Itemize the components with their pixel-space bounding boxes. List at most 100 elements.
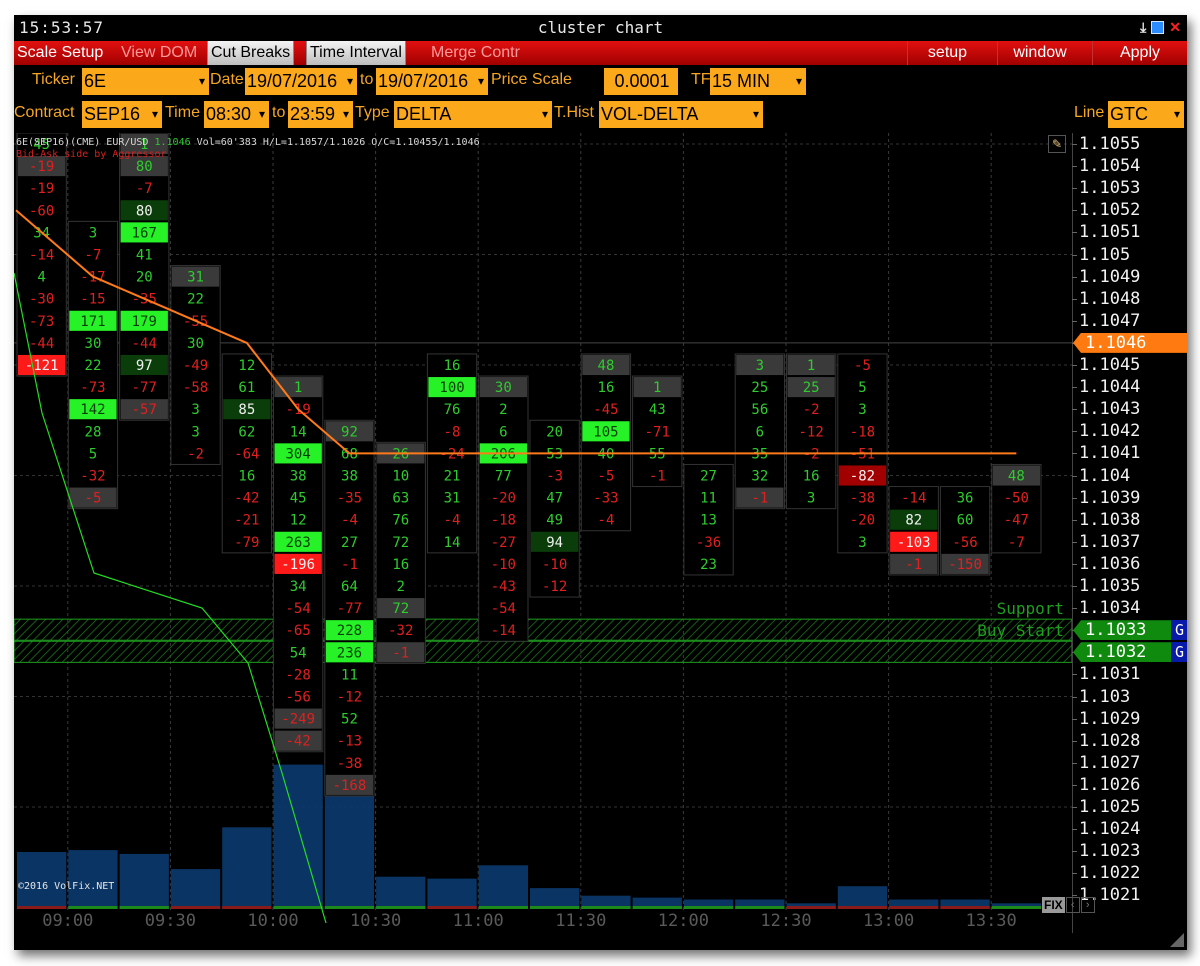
cluster-cell-value: -1 <box>905 557 922 573</box>
cluster-cell-value: -50 <box>1004 491 1029 507</box>
last-price: 1.1046 <box>154 137 191 148</box>
type-select[interactable]: DELTA ▾ <box>394 101 552 128</box>
fix-button[interactable]: FIX <box>1042 897 1065 913</box>
chevron-down-icon: ▾ <box>752 107 759 121</box>
cluster-cell-value: 77 <box>495 468 512 484</box>
cluster-cell-value: 3 <box>191 402 199 418</box>
price-tick-label: 1.1037 <box>1072 531 1187 553</box>
time-to-select[interactable]: 23:59 ▾ <box>288 101 353 128</box>
contract-select[interactable]: SEP16 ▾ <box>82 101 162 128</box>
cluster-cell-value: 38 <box>341 468 358 484</box>
time-tick-label: 13:00 <box>863 911 914 931</box>
restore-icon[interactable] <box>1151 20 1165 34</box>
date-from-select[interactable]: 19/07/2016 ▾ <box>245 68 357 95</box>
date-to-select[interactable]: 19/07/2016 ▾ <box>376 68 488 95</box>
cluster-cell-value: 64 <box>341 579 358 595</box>
cluster-cell-value: -150 <box>948 557 982 573</box>
menu-merge-contr[interactable]: Merge Contr <box>428 41 523 65</box>
price-tick-label: 1.1028 <box>1072 730 1187 752</box>
cluster-cell-value: 62 <box>238 424 255 440</box>
menu-scale-setup[interactable]: Scale Setup <box>14 41 106 65</box>
price-tick-label: 1.1055 <box>1072 133 1187 155</box>
cluster-cell-value: -121 <box>25 358 59 374</box>
cluster-cell-value: 5 <box>858 380 866 396</box>
volume-delta-bar <box>530 906 580 909</box>
cluster-cell-value: 14 <box>444 535 461 551</box>
price-tick-label: 1.1045 <box>1072 354 1187 376</box>
volume-bar <box>222 827 272 909</box>
thist-select[interactable]: VOL-DELTA ▾ <box>599 101 763 128</box>
cluster-cell-value: 142 <box>80 402 105 418</box>
level-price-tag[interactable]: 1.1032 <box>1073 642 1171 663</box>
cluster-cell-value: 3 <box>89 225 97 241</box>
timeframe-select[interactable]: 15 MIN ▾ <box>710 68 806 95</box>
copyright-label: ©2016 VolFix.NET <box>18 881 114 892</box>
volume-bar <box>376 876 426 909</box>
cluster-cell-value: -65 <box>286 623 311 639</box>
cluster-cell-value: -44 <box>132 336 157 352</box>
price-tick-label: 1.1036 <box>1072 553 1187 575</box>
apply-button[interactable]: Apply <box>1092 41 1187 65</box>
volume-delta-bar <box>889 906 939 909</box>
scroll-right-icon[interactable]: › <box>1080 897 1095 913</box>
level-badge[interactable]: G <box>1171 642 1187 663</box>
window-button[interactable]: window <box>997 41 1082 65</box>
price-scale-input[interactable]: 0.0001 <box>604 68 678 95</box>
price-tick-label: 1.1022 <box>1072 862 1187 884</box>
scroll-left-icon[interactable]: ‹ <box>1065 897 1080 913</box>
cluster-cell-value: 1 <box>653 380 661 396</box>
time-tick-label: 10:00 <box>247 911 298 931</box>
setup-button[interactable]: setup <box>907 41 987 65</box>
cluster-cell-value: 16 <box>392 557 409 573</box>
level-label-support: Support <box>997 599 1064 618</box>
volume-bar <box>170 869 221 909</box>
minimize-icon[interactable]: ⤓ <box>1140 19 1146 35</box>
cluster-cell-value: -2 <box>803 402 820 418</box>
cluster-cell-value: -20 <box>850 513 875 529</box>
level-badge[interactable]: G <box>1171 620 1187 641</box>
volume-bar <box>837 886 888 909</box>
time-tick-label: 11:30 <box>555 911 606 931</box>
price-tick-label: 1.1029 <box>1072 708 1187 730</box>
close-icon[interactable]: ✕ <box>1169 19 1181 35</box>
chevron-down-icon: ▾ <box>541 107 548 121</box>
ticker-select[interactable]: 6E ▾ <box>82 68 209 95</box>
price-tick-label: 1.1031 <box>1072 663 1187 685</box>
line-select[interactable]: GTC ▾ <box>1108 101 1184 128</box>
pencil-icon[interactable]: ✎ <box>1048 135 1066 153</box>
cluster-cell-value: -15 <box>80 292 105 308</box>
cluster-cell-value: 97 <box>136 358 153 374</box>
cluster-chart-plot[interactable]: 09:00 09:30 10:00 10:30 11:00 11:30 12:00 12:30… <box>14 133 1072 933</box>
price-axis[interactable]: 1.1055 1.1054 1.1053 1.1052 1.1051 1.105 1.104… <box>1072 133 1187 933</box>
thist-label: T.Hist <box>554 104 594 121</box>
cluster-cell-value: -38 <box>337 756 362 772</box>
cluster-cell-value: -56 <box>286 689 311 705</box>
menu-view-dom[interactable]: View DOM <box>118 41 200 65</box>
cluster-cell-value: -1 <box>392 645 409 661</box>
cluster-cell-value: 2 <box>397 579 405 595</box>
menu-time-interval[interactable]: Time Interval <box>306 41 406 65</box>
cluster-cell-value: 27 <box>341 535 358 551</box>
time-from-select[interactable]: 08:30 ▾ <box>204 101 269 128</box>
cluster-cell-value: -20 <box>491 491 516 507</box>
price-tick-label: 1.1024 <box>1072 818 1187 840</box>
level-price-tag[interactable]: 1.1033 <box>1073 620 1171 641</box>
volume-delta-bar <box>170 906 221 909</box>
window-title: cluster chart <box>537 18 664 37</box>
cluster-cell-value: -13 <box>337 734 362 750</box>
cluster-cell-value: 167 <box>132 225 157 241</box>
cluster-cell-value: 14 <box>290 424 307 440</box>
cluster-cell-value: -5 <box>854 358 871 374</box>
cluster-cell-value: -45 <box>593 402 618 418</box>
resize-handle[interactable] <box>1170 933 1184 947</box>
volume-delta-bar <box>222 906 272 909</box>
volume-delta-bar <box>837 906 888 909</box>
menu-cut-breaks[interactable]: Cut Breaks <box>207 41 295 65</box>
cluster-cell-value: 10 <box>392 468 409 484</box>
cluster-cell-value: -36 <box>696 535 721 551</box>
cluster-cell-value: -64 <box>234 446 259 462</box>
cluster-cell-value: -19 <box>29 181 54 197</box>
price-tick-label: 1.1038 <box>1072 509 1187 531</box>
cluster-cell-value: -1 <box>649 468 666 484</box>
cluster-cell-value: -73 <box>29 314 54 330</box>
